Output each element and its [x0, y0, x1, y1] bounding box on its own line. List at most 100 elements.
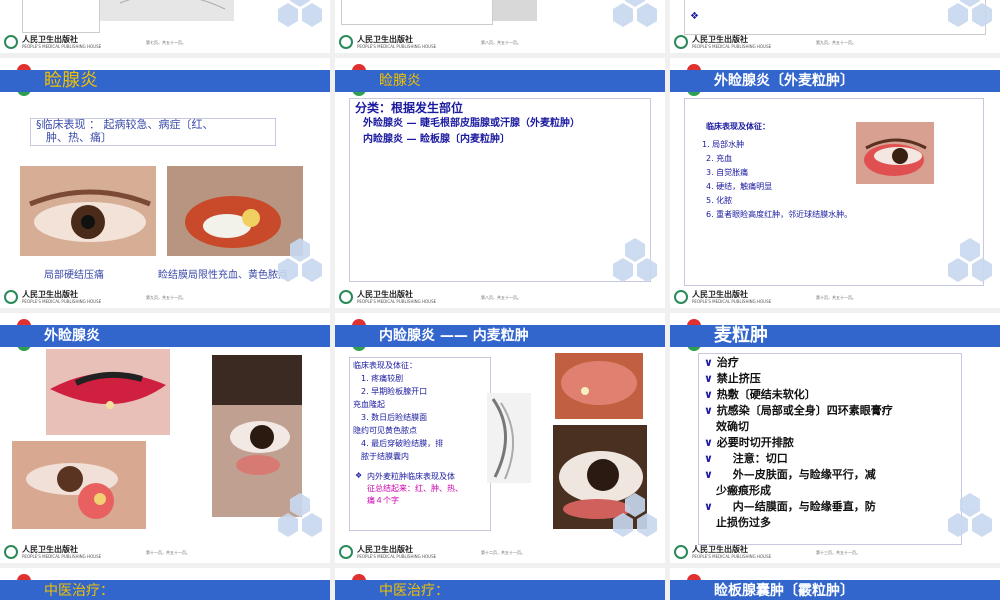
- hexagon-decoration-icon: [948, 493, 992, 537]
- publisher-logo-icon: [339, 290, 353, 304]
- slide-title: 睑腺炎: [44, 70, 98, 91]
- title-bar: 内睑腺炎 —— 内麦粒肿: [335, 325, 665, 347]
- slide-11[interactable]: 中医治疗：: [335, 568, 665, 600]
- title-bar: 中医治疗：: [335, 580, 665, 600]
- symptom-items: 1. 局部水肿 2. 充血 3. 自觉胀痛 4. 硬结，触痛明显 5. 化脓 6…: [702, 140, 853, 219]
- publisher-name-en: PEOPLE'S MEDICAL PUBLISHING HOUSE: [692, 554, 772, 559]
- slide-1[interactable]: 人民卫生出版社 PEOPLE'S MEDICAL PUBLISHING HOUS…: [0, 0, 330, 53]
- list-item: ∨ 注意：切口: [704, 452, 788, 465]
- page-number: 第八页，共五十一页。: [481, 295, 521, 300]
- slide-12[interactable]: 睑板腺囊肿〔霰粒肿〕: [670, 568, 1000, 600]
- slide-8[interactable]: 内睑腺炎 —— 内麦粒肿 临床表现及体征： 1. 疼痛较剧 2. 早期睑板腺开口…: [335, 313, 665, 563]
- list-item: ∨ 必要时切开排脓: [704, 436, 794, 449]
- page-number: 第九页，共五十一页。: [816, 40, 856, 45]
- list-item: 少瘢痕形成: [716, 484, 771, 497]
- slide-footer: 人民卫生出版社 PEOPLE'S MEDICAL PUBLISHING HOUS…: [670, 33, 1000, 53]
- slide-footer: 人民卫生出版社 PEOPLE'S MEDICAL PUBLISHING HOUS…: [335, 33, 665, 53]
- title-bar: 中医治疗：: [0, 580, 330, 600]
- content-box: [684, 0, 986, 35]
- slide-footer: 人民卫生出版社 PEOPLE'S MEDICAL PUBLISHING HOUS…: [0, 543, 330, 563]
- eye-photo-bottom: [12, 441, 146, 529]
- page-number: 第七页，共五十一页。: [146, 40, 186, 45]
- hexagon-decoration-icon: [613, 493, 657, 537]
- title-bar: 外睑腺炎: [0, 325, 330, 347]
- publisher-name-en: PEOPLE'S MEDICAL PUBLISHING HOUSE: [22, 44, 102, 49]
- publisher-logo-icon: [4, 290, 18, 304]
- slide-title: 中医治疗：: [44, 583, 114, 599]
- slide-footer: 人民卫生出版社 PEOPLE'S MEDICAL PUBLISHING HOUS…: [0, 288, 330, 308]
- slide-footer: 人民卫生出版社 PEOPLE'S MEDICAL PUBLISHING HOUS…: [335, 543, 665, 563]
- publisher-logo-icon: [674, 290, 688, 304]
- slide-6[interactable]: 外睑腺炎〔外麦粒肿〕 临床表现及体征： 1. 局部水肿 2. 充血 3. 自觉胀…: [670, 58, 1000, 308]
- treatment-list: ∨ 治疗 ∨ 禁止挤压 ∨ 热敷〔硬结未软化〕 ∨ 抗感染〔局部或全身〕四环素眼…: [704, 355, 958, 531]
- publisher-logo-icon: [674, 35, 688, 49]
- symptom-list: 临床表现及体征：: [706, 122, 770, 131]
- list-item: ∨ 内—结膜面，与睑缘垂直，防: [704, 500, 876, 513]
- page-number: 第十一页，共五十一页。: [146, 550, 190, 555]
- publisher-logo-icon: [339, 35, 353, 49]
- list-item: ∨ 禁止挤压: [704, 372, 761, 385]
- content-box: [341, 0, 493, 25]
- symptom-text: 临床表现及体征： 1. 疼痛较剧 2. 早期睑板腺开口 充血隆起 3. 数日后睑…: [353, 361, 444, 461]
- list-item: 效确切: [716, 420, 749, 433]
- publisher-logo-icon: [4, 545, 18, 559]
- hexagon-decoration-icon: [613, 238, 657, 282]
- slide-title: 睑板腺囊肿〔霰粒肿〕: [714, 583, 854, 599]
- bullet-icon: ❖: [355, 471, 363, 480]
- hexagon-decoration-icon: [613, 0, 657, 27]
- lid-photo: [555, 353, 643, 419]
- title-bar: 外睑腺炎〔外麦粒肿〕: [670, 70, 1000, 92]
- photo-caption-right: 睑结膜局限性充血、黄色脓点: [158, 270, 288, 281]
- title-bar: 麦粒肿: [670, 325, 1000, 347]
- summary-text: 内外麦粒肿临床表现及体 征总结起来：红、肿、热、 痛４个字: [367, 472, 463, 505]
- bullet-icon: ❖: [690, 11, 699, 22]
- slide-footer: 人民卫生出版社 PEOPLE'S MEDICAL PUBLISHING HOUS…: [670, 543, 1000, 563]
- list-item: ∨ 抗感染〔局部或全身〕四环素眼膏疗: [704, 404, 893, 417]
- list-item: ∨ 外—皮肤面，与睑缘平行，减: [704, 468, 876, 481]
- page-number: 第十三页，共五十一页。: [816, 550, 860, 555]
- publisher-name-en: PEOPLE'S MEDICAL PUBLISHING HOUSE: [357, 44, 437, 49]
- slide-title: 内睑腺炎 —— 内麦粒肿: [379, 328, 529, 344]
- hexagon-decoration-icon: [278, 0, 322, 27]
- list-item: 止损伤过多: [716, 516, 771, 529]
- slide-7[interactable]: 外睑腺炎 人民卫生出版社 PEOPLE'S MEDICAL PUBLISHING…: [0, 313, 330, 563]
- slide-4[interactable]: 睑腺炎 §临床表现 ： 起病较急、病症〔红、 肿、热、痛〕 局部硬结压痛 睑结膜…: [0, 58, 330, 308]
- slide-photo: [493, 0, 537, 21]
- hexagon-decoration-icon: [278, 493, 322, 537]
- page-number: 第十页，共五十一页。: [816, 295, 856, 300]
- title-bar: 睑腺炎: [0, 70, 330, 92]
- slide-title: 中医治疗：: [379, 583, 449, 599]
- slide-footer: 人民卫生出版社 PEOPLE'S MEDICAL PUBLISHING HOUS…: [670, 288, 1000, 308]
- slide-10[interactable]: 中医治疗：: [0, 568, 330, 600]
- list-item: ∨ 热敷〔硬结未软化〕: [704, 388, 816, 401]
- slide-3[interactable]: ❖ 人民卫生出版社 PEOPLE'S MEDICAL PUBLISHING HO…: [670, 0, 1000, 53]
- slide-footer: 人民卫生出版社 PEOPLE'S MEDICAL PUBLISHING HOUS…: [0, 33, 330, 53]
- hexagon-decoration-icon: [948, 0, 992, 27]
- list-item: ∨ 治疗: [704, 356, 739, 369]
- page-number: 第九页，共五十一页。: [146, 295, 186, 300]
- publisher-name-en: PEOPLE'S MEDICAL PUBLISHING HOUSE: [357, 299, 437, 304]
- slide-photo: [100, 0, 234, 21]
- content-box: [22, 0, 100, 33]
- symptom-text: §临床表现 ： 起病较急、病症〔红、 肿、热、痛〕: [36, 118, 214, 144]
- page-number: 第八页，共五十一页。: [481, 40, 521, 45]
- slide-5[interactable]: 睑腺炎 分类：根据发生部位 外睑腺炎 — 睫毛根部皮脂腺或汗腺（外麦粒肿） 内睑…: [335, 58, 665, 308]
- slide-footer: 人民卫生出版社 PEOPLE'S MEDICAL PUBLISHING HOUS…: [335, 288, 665, 308]
- slide-2[interactable]: 人民卫生出版社 PEOPLE'S MEDICAL PUBLISHING HOUS…: [335, 0, 665, 53]
- eye-photo: [856, 122, 934, 184]
- photo-caption-left: 局部硬结压痛: [44, 270, 104, 281]
- publisher-logo-icon: [674, 545, 688, 559]
- page-number: 第十二页，共五十一页。: [481, 550, 525, 555]
- publisher-name-en: PEOPLE'S MEDICAL PUBLISHING HOUSE: [357, 554, 437, 559]
- title-bar: 睑板腺囊肿〔霰粒肿〕: [670, 580, 1000, 600]
- slide-title: 外睑腺炎: [44, 328, 100, 344]
- slide-title: 睑腺炎: [379, 73, 421, 89]
- publisher-logo-icon: [339, 545, 353, 559]
- publisher-name-en: PEOPLE'S MEDICAL PUBLISHING HOUSE: [692, 299, 772, 304]
- classification-text: 分类：根据发生部位 外睑腺炎 — 睫毛根部皮脂腺或汗腺（外麦粒肿） 内睑腺炎 —…: [355, 101, 580, 145]
- slide-9[interactable]: 麦粒肿 ∨ 治疗 ∨ 禁止挤压 ∨ 热敷〔硬结未软化〕 ∨ 抗感染〔局部或全身〕…: [670, 313, 1000, 563]
- hexagon-decoration-icon: [948, 238, 992, 282]
- slide-title: 麦粒肿: [714, 325, 768, 346]
- diagram-photo: [487, 393, 531, 483]
- slide-title: 外睑腺炎〔外麦粒肿〕: [714, 73, 854, 89]
